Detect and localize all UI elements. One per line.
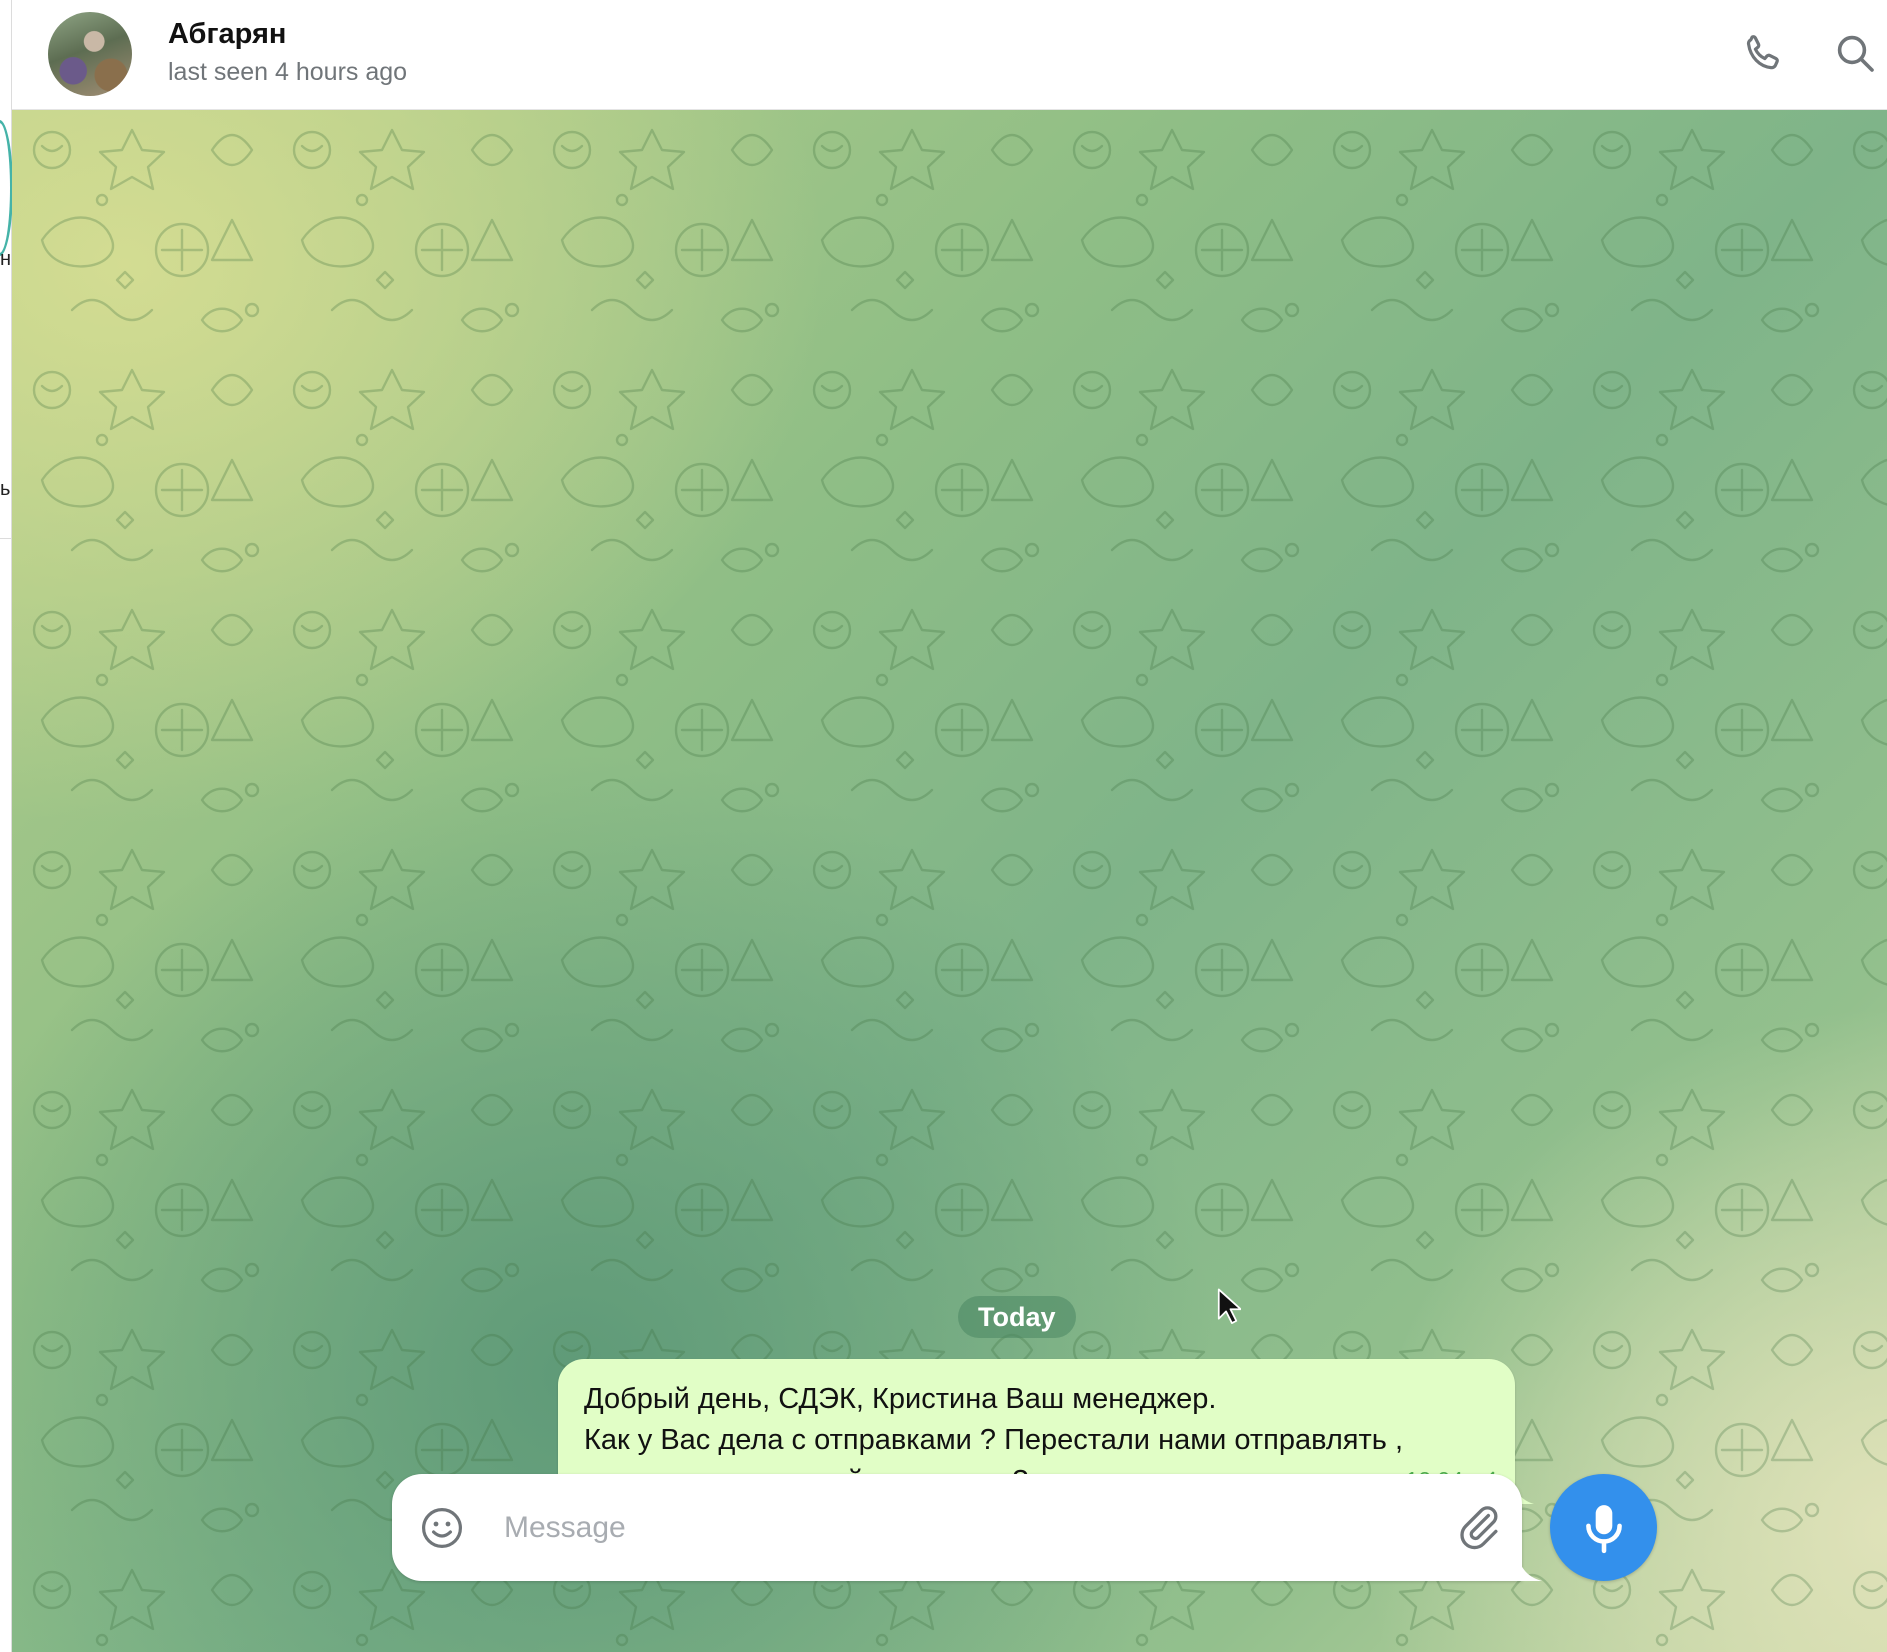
avatar[interactable] bbox=[48, 12, 132, 96]
chat-list-text-fragment: н bbox=[0, 248, 12, 270]
mouse-pointer-icon bbox=[1217, 1288, 1241, 1324]
message-input[interactable] bbox=[502, 1498, 1356, 1558]
voice-record-button[interactable] bbox=[1550, 1474, 1657, 1581]
message-text-line: Добрый день, СДЭК, Кристина Ваш менеджер… bbox=[584, 1383, 1217, 1415]
chat-list-edge: н ь bbox=[0, 0, 13, 1652]
chat-header[interactable]: Абгарян last seen 4 hours ago bbox=[12, 0, 1887, 110]
message-text-line: Как у Вас дела с отправками ? Перестали … bbox=[584, 1424, 1404, 1456]
chat-list-text-fragment: ь bbox=[0, 478, 11, 500]
phone-icon[interactable] bbox=[1739, 30, 1787, 78]
contact-last-seen: last seen 4 hours ago bbox=[168, 58, 408, 86]
smile-icon[interactable] bbox=[418, 1504, 466, 1552]
date-separator: Today bbox=[958, 1296, 1076, 1338]
paperclip-icon[interactable] bbox=[1454, 1502, 1504, 1552]
contact-name[interactable]: Абгарян bbox=[168, 18, 286, 51]
search-icon[interactable] bbox=[1832, 30, 1880, 78]
microphone-icon bbox=[1586, 1505, 1622, 1554]
chat-background: Today Добрый день, СДЭК, Кристина Ваш ме… bbox=[12, 110, 1887, 1652]
chat-list-divider bbox=[0, 538, 11, 539]
message-composer[interactable] bbox=[392, 1474, 1522, 1581]
composer-tail bbox=[1518, 1553, 1542, 1581]
